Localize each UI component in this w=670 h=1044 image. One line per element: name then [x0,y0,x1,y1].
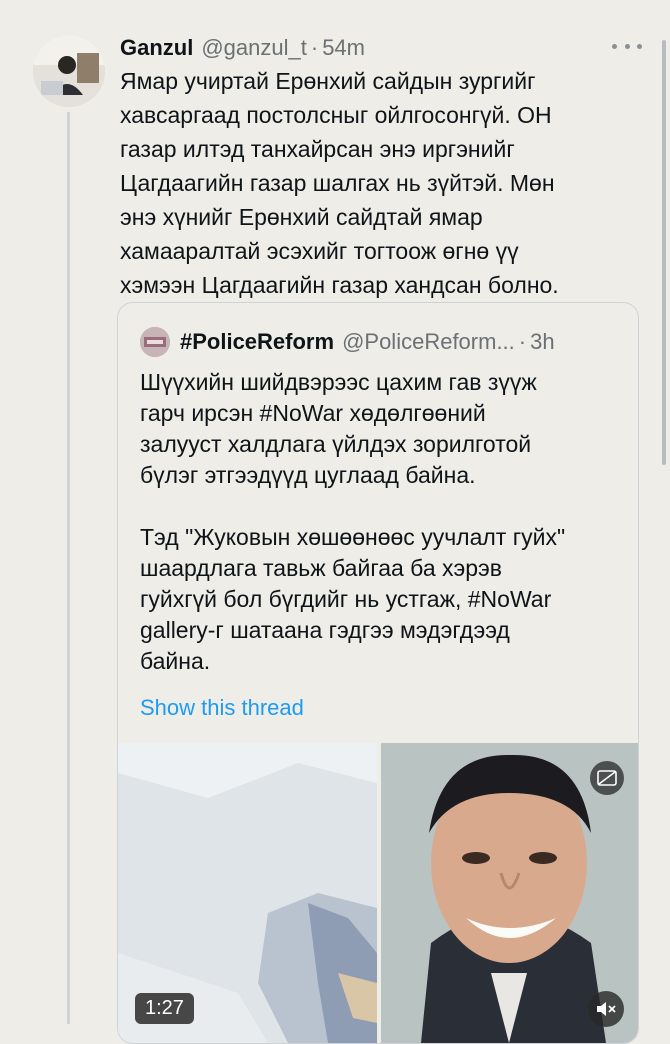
separator-dot: · [310,35,319,60]
quoted-tweet-card[interactable]: #PoliceReform @PoliceReform... · 3h Шүүх… [117,302,639,1044]
quoted-author-handle: @PoliceReform... [342,329,515,354]
tweet-body: Ямар учиртай Ерөнхий сайдын зургийг хавс… [120,68,559,298]
more-options-icon[interactable] [612,40,642,52]
quoted-separator-dot: · [518,329,527,354]
scrollbar[interactable] [662,40,666,465]
quoted-author-name: #PoliceReform [180,329,335,354]
captions-icon[interactable] [590,761,624,795]
quoted-tweet-body: Шүүхийн шийдвэрээс цахим гав зүүж гарч и… [140,369,566,674]
quoted-timestamp: 3h [530,329,555,354]
muted-speaker-icon[interactable] [588,991,624,1027]
quoted-tweet-header: #PoliceReform @PoliceReform... · 3h [140,327,628,357]
author-name[interactable]: Ganzul [120,35,193,61]
video-duration-badge: 1:27 [135,993,194,1024]
tweet-timestamp[interactable]: 54m [322,35,365,61]
thread-connector-line [67,112,70,1024]
author-handle[interactable]: @ganzul_t [201,35,307,61]
tweet-header: Ganzul @ganzul_t · 54m [120,33,650,63]
quoted-author-avatar [140,327,170,357]
author-avatar[interactable] [33,35,105,107]
show-thread-link[interactable]: Show this thread [140,695,304,721]
